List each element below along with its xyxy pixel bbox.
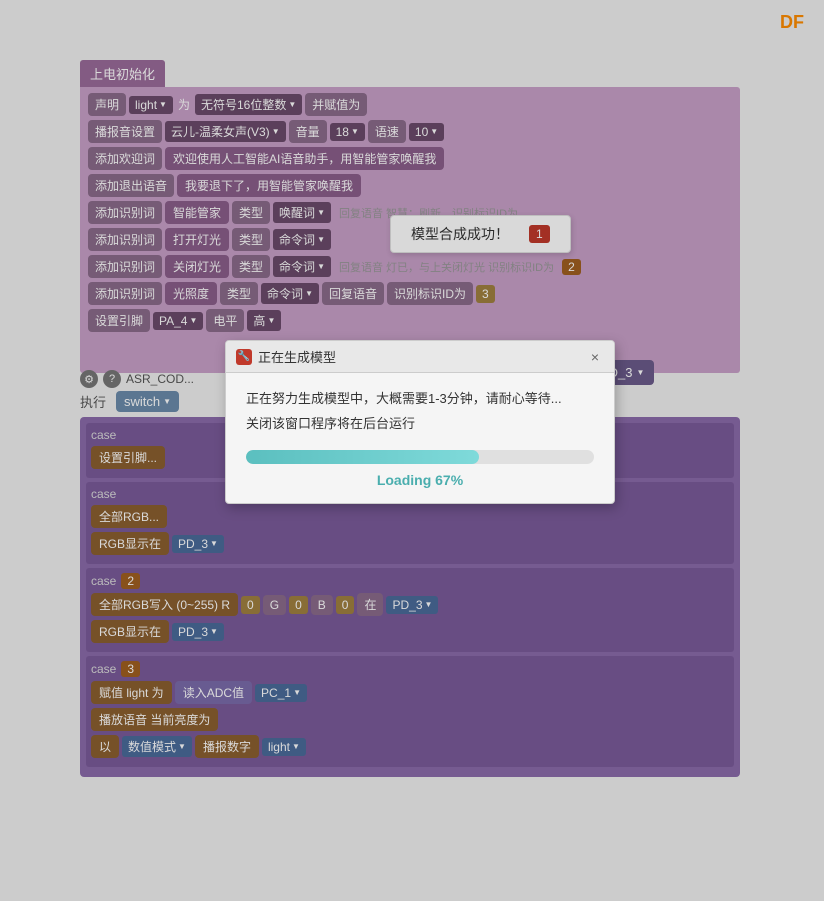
modal-body: 正在努力生成模型中，大概需要1-3分钟，请耐心等待... 关闭该窗口程序将在后台… xyxy=(226,373,614,503)
modal-msg1: 正在努力生成模型中，大概需要1-3分钟，请耐心等待... xyxy=(246,388,594,407)
progress-bar-bg xyxy=(246,450,594,464)
modal-msg2: 关闭该窗口程序将在后台运行 xyxy=(246,413,594,432)
progress-label: Loading 67% xyxy=(246,472,594,488)
modal-titlebar: 🔧 正在生成模型 × xyxy=(226,341,614,373)
progress-bar-fill xyxy=(246,450,479,464)
modal-title-text: 正在生成模型 xyxy=(258,347,336,366)
generate-model-modal: 🔧 正在生成模型 × 正在努力生成模型中，大概需要1-3分钟，请耐心等待... … xyxy=(225,340,615,504)
modal-close-button[interactable]: × xyxy=(586,348,604,366)
modal-icon: 🔧 xyxy=(236,349,252,365)
modal-title-left: 🔧 正在生成模型 xyxy=(236,347,336,366)
